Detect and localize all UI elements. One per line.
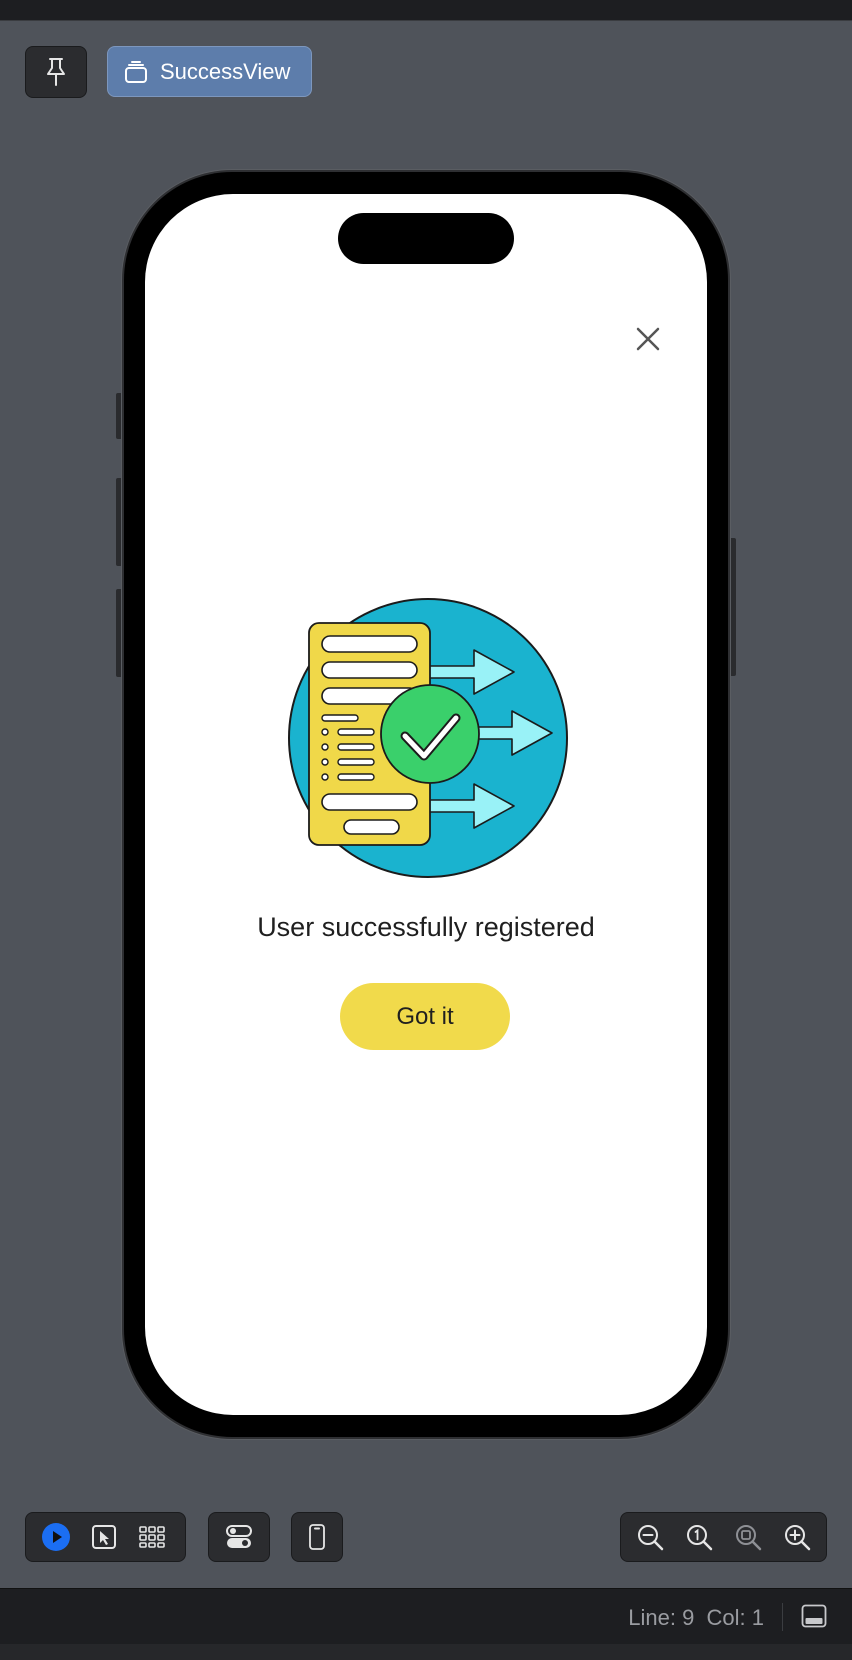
zoom-group [620,1512,827,1562]
toggles-icon [226,1525,252,1548]
close-icon [636,327,660,351]
panel-toggle-button[interactable] [801,1603,827,1629]
device-settings-button[interactable] [293,1513,341,1561]
select-icon [92,1525,116,1549]
panel-toggle-icon [801,1604,827,1628]
check-badge [380,684,480,784]
dynamic-island [338,213,514,264]
play-icon [42,1523,70,1551]
status-bar: Line: 9 Col: 1 [0,1588,852,1645]
zoom-fit-icon [736,1525,762,1551]
zoom-to-fit-button[interactable] [724,1513,772,1561]
zoom-out-button[interactable] [626,1513,674,1561]
phone-power-button [727,538,736,676]
view-label: SuccessView [160,58,291,84]
success-message: User successfully registered [257,912,595,942]
zoom-in-icon [785,1525,811,1551]
pin-icon [47,58,65,86]
device-screen: User successfully registered Got it [145,194,707,1415]
zoom-in-button[interactable] [773,1513,821,1561]
device-group [291,1512,343,1562]
zoom-out-icon [637,1525,663,1551]
status-divider [782,1603,783,1631]
got-it-button[interactable]: Got it [340,983,510,1050]
bottom-strip [0,1644,852,1660]
selectable-mode-button[interactable] [80,1513,128,1561]
document-checkmark-illustration [288,598,568,878]
pin-button[interactable] [25,46,87,98]
title-bar [0,0,852,21]
settings-group [208,1512,270,1562]
zoom-actual-icon [686,1525,713,1551]
canvas-settings-button[interactable] [215,1513,263,1561]
grid-icon [139,1526,165,1548]
device-icon [309,1524,325,1550]
preview-mode-group [25,1512,186,1562]
close-button[interactable] [633,324,663,354]
variants-button[interactable] [128,1513,176,1561]
zoom-actual-size-button[interactable] [675,1513,723,1561]
successview-button[interactable]: SuccessView [107,46,312,97]
live-preview-button[interactable] [32,1513,80,1561]
cursor-position: Line: 9 Col: 1 [628,1605,764,1630]
stack-icon [125,60,147,83]
